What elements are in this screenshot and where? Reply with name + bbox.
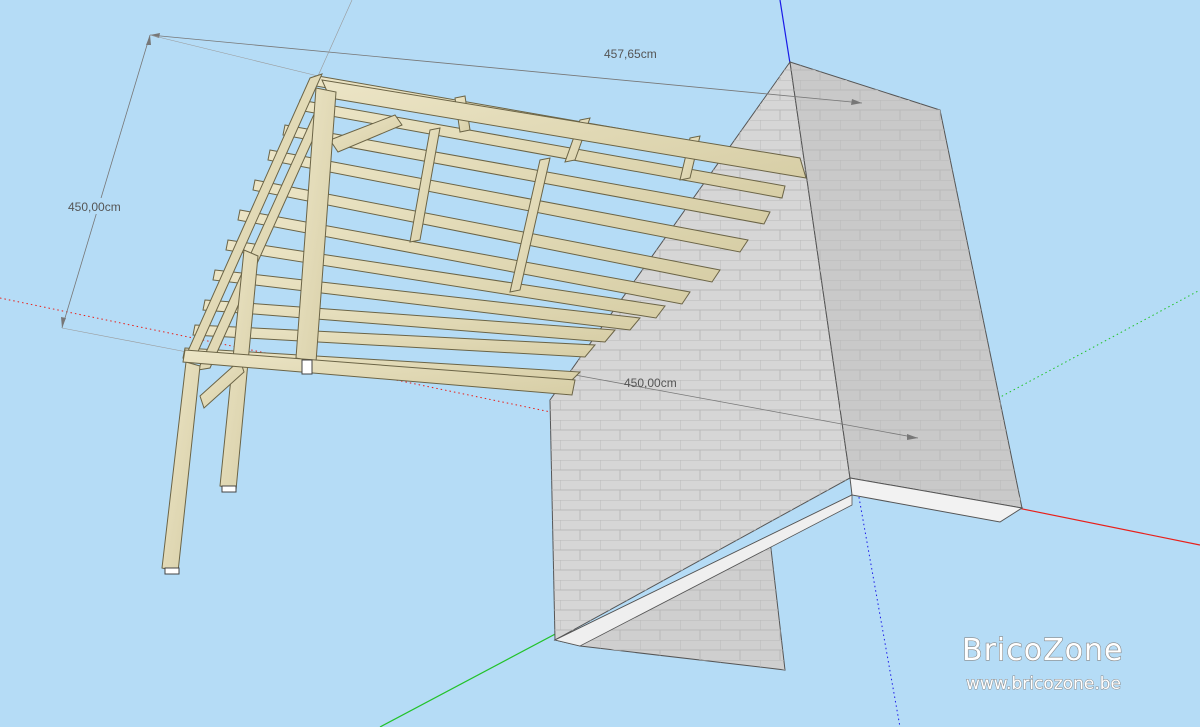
watermark-url: www.bricozone.be <box>966 674 1121 694</box>
foot-center <box>301 359 313 375</box>
dimension-label-height: 450,00cm <box>68 200 121 214</box>
watermark-brand: BricoZone <box>962 633 1123 668</box>
foot-left <box>164 567 180 575</box>
dimension-label-depth: 450,00cm <box>624 376 677 390</box>
foot-middle <box>221 485 237 493</box>
axis-blue-dotted <box>854 474 901 727</box>
front-beam <box>321 79 807 179</box>
dimension-label-width: 457,65cm <box>604 47 657 61</box>
post-left <box>161 361 201 573</box>
block-wall[interactable] <box>549 60 1024 671</box>
viewport-canvas[interactable]: 457,65cm 450,00cm 450,00cm BricoZone www… <box>0 0 1200 727</box>
watermark: BricoZone www.bricozone.be <box>961 632 1123 694</box>
